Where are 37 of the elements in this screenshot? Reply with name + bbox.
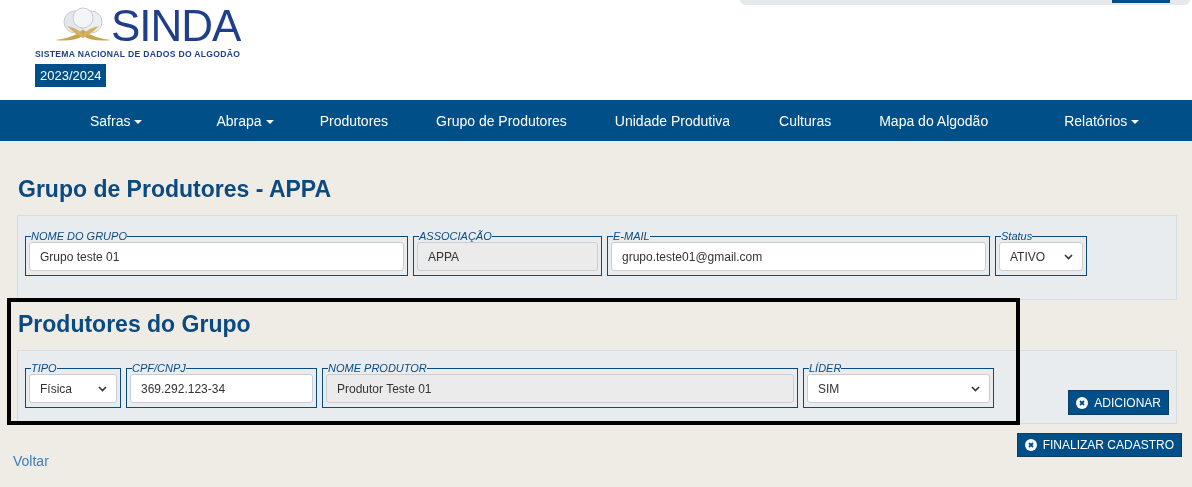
finish-button[interactable]: FINALIZAR CADASTRO bbox=[1016, 433, 1182, 457]
logo-tagline: SISTEMA NACIONAL DE DADOS DO ALGODÃO bbox=[35, 49, 241, 59]
select-field[interactable]: Física bbox=[29, 374, 117, 403]
chevron-icon bbox=[1064, 253, 1073, 260]
caret-icon bbox=[134, 119, 143, 124]
nav-item[interactable]: Relatórios bbox=[1064, 112, 1140, 129]
field-label: Status bbox=[1001, 230, 1033, 242]
logo-wordmark: SINDA bbox=[111, 6, 241, 46]
chevron-icon bbox=[971, 385, 980, 392]
nav-item[interactable]: Culturas bbox=[779, 112, 832, 129]
field-label: CPF/CNPJ bbox=[132, 362, 186, 374]
add-button[interactable]: ADICIONAR bbox=[1068, 390, 1169, 415]
input-field[interactable]: 369.292.123-34 bbox=[130, 374, 313, 403]
season-badge: 2023/2024 bbox=[35, 64, 107, 87]
field-label: E-MAIL bbox=[613, 230, 650, 242]
caret-icon bbox=[1131, 119, 1140, 124]
nav-item[interactable]: Mapa do Algodão bbox=[879, 112, 989, 129]
nav-item[interactable]: Unidade Produtiva bbox=[614, 112, 731, 129]
nav-item[interactable]: Abrapa bbox=[216, 112, 274, 129]
nav-item[interactable]: Grupo de Produtores bbox=[436, 112, 567, 129]
page-title: Grupo de Produtores - APPA bbox=[18, 176, 333, 203]
chevron-icon bbox=[98, 385, 107, 392]
input-field[interactable]: Grupo teste 01 bbox=[29, 242, 404, 271]
input-field[interactable]: grupo.teste01@gmail.com bbox=[611, 242, 986, 271]
field-label: NOME DO GRUPO bbox=[31, 230, 127, 242]
nav-item[interactable]: Produtores bbox=[319, 112, 389, 129]
field-label: TIPO bbox=[31, 362, 57, 374]
field-label: ASSOCIAÇÃO bbox=[419, 230, 492, 242]
field-label: LÍDER bbox=[809, 362, 842, 374]
section-title: Produtores do Grupo bbox=[18, 310, 252, 338]
caret-icon bbox=[265, 119, 274, 124]
back-link[interactable]: Voltar bbox=[13, 453, 49, 469]
nav-item[interactable]: Safras bbox=[90, 112, 143, 129]
search-field[interactable] bbox=[740, 0, 1190, 5]
field-label: NOME PRODUTOR bbox=[328, 362, 427, 374]
select-field[interactable]: SIM bbox=[807, 374, 990, 403]
select-field[interactable]: ATIVO bbox=[999, 242, 1083, 271]
